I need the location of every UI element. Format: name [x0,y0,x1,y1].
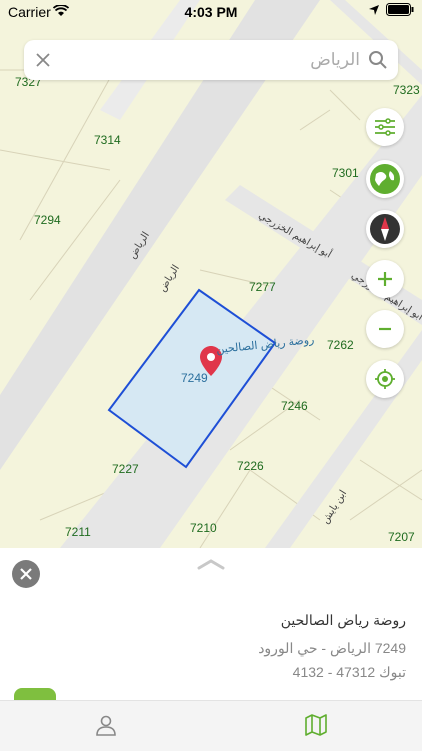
parcel-number[interactable]: 7314 [94,133,121,147]
selected-parcel-number[interactable]: 7249 [181,371,208,385]
parcel-number[interactable]: 7227 [112,462,139,476]
zoom-out-button[interactable] [366,310,404,348]
parcel-number[interactable]: 7211 [65,525,91,539]
parcel-number[interactable]: 7207 [388,530,415,544]
zoom-in-button[interactable] [366,260,404,298]
place-title: روضة رياض الصالحين [280,612,406,628]
zoom-out-icon [379,327,391,331]
map-icon[interactable] [304,713,328,737]
parcel-number[interactable]: 7226 [237,459,264,473]
close-sheet-button[interactable] [12,560,40,588]
place-postal: تبوك 47312 - 4132 [292,664,406,680]
map-view[interactable]: 7327 7323 7314 7301 7294 7277 7262 7249 … [0,0,422,548]
compass-button[interactable] [366,210,404,248]
filters-icon [375,118,395,136]
profile-icon[interactable] [94,713,118,737]
status-icons [368,3,414,16]
globe-icon [370,164,400,194]
zoom-in-icon [378,272,392,286]
parcel-number[interactable]: 7277 [249,280,276,294]
parcel-number[interactable]: 7262 [327,338,354,352]
chevron-up-icon[interactable] [196,558,226,570]
locate-icon [375,369,395,389]
battery-icon [386,3,414,16]
parcel-number[interactable]: 7246 [281,399,308,413]
parcel-number[interactable]: 7210 [190,521,217,535]
close-icon [20,568,32,580]
compass-icon [370,214,400,244]
filters-button[interactable] [366,108,404,146]
globe-button[interactable] [366,160,404,198]
search-icon [369,51,387,69]
tab-bar [0,700,422,751]
parcel-number[interactable]: 7294 [34,213,61,227]
locate-button[interactable] [366,360,404,398]
place-address: 7249 الرياض - حي الورود [258,640,406,656]
details-sheet: روضة رياض الصالحين 7249 الرياض - حي الور… [0,548,422,700]
wifi-icon [53,5,69,16]
parcel-number[interactable]: 7323 [393,83,420,97]
location-arrow-icon [369,4,379,15]
search-bar[interactable]: الرياض [24,40,398,80]
clear-search-icon[interactable] [32,49,54,71]
parcel-number[interactable]: 7301 [332,166,359,180]
search-input[interactable]: الرياض [310,50,360,70]
